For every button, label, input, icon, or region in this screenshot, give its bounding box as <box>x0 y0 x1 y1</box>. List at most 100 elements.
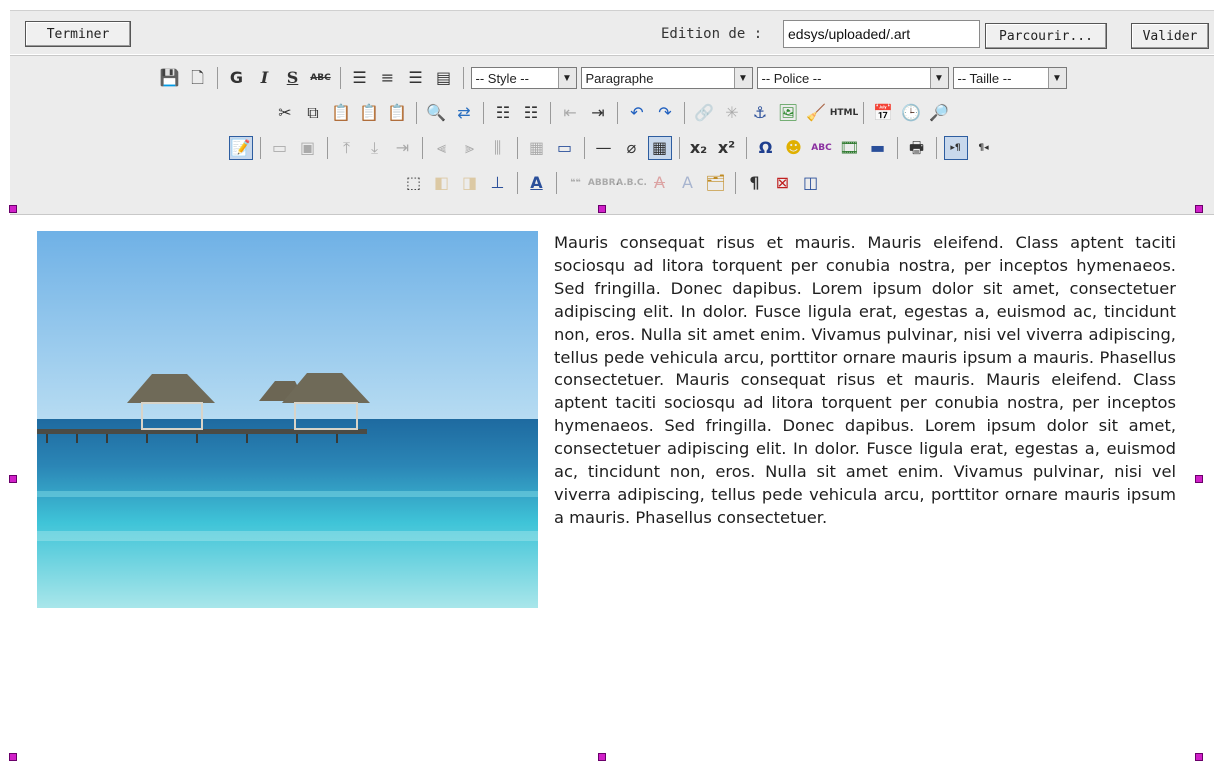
visual-chars-icon[interactable]: ¶ <box>743 171 767 195</box>
resize-handle-bottom-left[interactable] <box>9 753 17 761</box>
strikethrough-icon[interactable]: ABC <box>309 66 333 90</box>
spellcheck-icon[interactable]: ABC <box>810 136 834 160</box>
redo-icon[interactable]: ↷ <box>653 101 677 125</box>
table-row-props-icon[interactable]: ▭ <box>268 136 292 160</box>
toolbar-separator <box>863 102 864 124</box>
indent-icon[interactable]: ⇥ <box>586 101 610 125</box>
link-icon[interactable]: 🔗 <box>692 101 716 125</box>
chevron-down-icon: ▼ <box>733 68 752 88</box>
delete-text-icon[interactable]: A <box>648 171 672 195</box>
template-icon[interactable]: ◫ <box>799 171 823 195</box>
paste-icon[interactable]: 📋 <box>329 101 353 125</box>
print-icon[interactable]: 🖶 <box>905 136 929 160</box>
align-center-icon[interactable]: ≡ <box>376 66 400 90</box>
insert-col-after-icon[interactable]: ⫸ <box>458 136 482 160</box>
bold-icon[interactable]: G <box>225 66 249 90</box>
validate-button[interactable]: Valider <box>1131 23 1209 49</box>
beach-photo[interactable] <box>37 231 538 608</box>
special-char-icon[interactable]: Ω <box>754 136 778 160</box>
new-document-icon[interactable]: 🗋 <box>186 66 210 90</box>
edit-mode-icon[interactable]: 📝 <box>228 136 253 160</box>
horizontal-rule-icon[interactable]: — <box>592 136 616 160</box>
paste-text-icon[interactable]: 📋 <box>357 101 381 125</box>
chevron-down-icon: ▼ <box>929 68 948 88</box>
delete-col-icon[interactable]: ⫼ <box>486 136 510 160</box>
font-select[interactable]: -- Police -- ▼ <box>756 67 949 89</box>
remove-format-icon[interactable]: ⌀ <box>620 136 644 160</box>
cite-icon[interactable]: ❝❝ <box>564 171 588 195</box>
insert-col-before-icon[interactable]: ⫷ <box>430 136 454 160</box>
font-select-value: -- Police -- <box>761 70 822 86</box>
superscript-icon[interactable]: x² <box>715 136 739 160</box>
resize-handle-bottom-center[interactable] <box>598 753 606 761</box>
insert-time-icon[interactable]: 🕒 <box>899 101 923 125</box>
visual-aid-icon[interactable]: ▦ <box>647 136 672 160</box>
bullet-list-icon[interactable]: ☷ <box>491 101 515 125</box>
numbered-list-icon[interactable]: ☷ <box>519 101 543 125</box>
media-icon[interactable]: 🎞 <box>838 136 862 160</box>
merge-cells-icon[interactable]: ▭ <box>553 136 577 160</box>
resize-handle-top-right[interactable] <box>1195 205 1203 213</box>
edit-path-input[interactable] <box>783 20 980 48</box>
paste-word-icon[interactable]: 📋 <box>385 101 409 125</box>
resize-handle-top-center[interactable] <box>598 205 606 213</box>
styleprops-icon[interactable]: A <box>525 171 549 195</box>
toolbar-separator <box>216 67 218 89</box>
style-select-value: -- Style -- <box>475 70 529 86</box>
toolbar-separator <box>745 137 747 159</box>
outdent-icon[interactable]: ⇤ <box>558 101 582 125</box>
browse-button[interactable]: Parcourir... <box>985 23 1107 49</box>
align-left-icon[interactable]: ☰ <box>348 66 372 90</box>
split-cells-icon[interactable]: ▦ <box>525 136 549 160</box>
toolbar-separator <box>896 137 898 159</box>
move-backward-icon[interactable]: ◨ <box>458 171 482 195</box>
underline-icon[interactable]: S <box>281 66 305 90</box>
toolbar-row-3: 📝 ▭ ▣ ⤒ ⤓ ⇥ ⫷ ⫸ ⫼ ▦ ▭ — ⌀ ▦ x₂ x² Ω ☻ AB… <box>10 133 1214 163</box>
cut-icon[interactable]: ✂ <box>273 101 297 125</box>
emoticon-icon[interactable]: ☻ <box>782 136 806 160</box>
resize-handle-middle-left[interactable] <box>9 475 17 483</box>
insert-date-icon[interactable]: 📅 <box>871 101 895 125</box>
image-icon[interactable]: 🖼 <box>776 101 800 125</box>
edit-path-label: Edition de : <box>661 26 763 42</box>
preview-icon[interactable]: 🔎 <box>927 101 951 125</box>
paragraph-select[interactable]: Paragraphe ▼ <box>580 67 753 89</box>
body-paragraph: Mauris consequat risus et mauris. Mauris… <box>554 233 1176 527</box>
insert-text-icon[interactable]: A <box>676 171 700 195</box>
table-cell-props-icon[interactable]: ▣ <box>296 136 320 160</box>
undo-icon[interactable]: ↶ <box>625 101 649 125</box>
absolute-position-icon[interactable]: ⊥ <box>486 171 510 195</box>
acronym-icon[interactable]: A.B.C. <box>616 171 647 195</box>
resize-handle-bottom-right[interactable] <box>1195 753 1203 761</box>
move-forward-icon[interactable]: ◧ <box>430 171 454 195</box>
rtl-icon[interactable]: ¶◂ <box>972 136 996 160</box>
delete-row-icon[interactable]: ⇥ <box>391 136 415 160</box>
unlink-icon[interactable]: ✳ <box>720 101 744 125</box>
insert-layer-icon[interactable]: ⬚ <box>402 171 426 195</box>
style-select[interactable]: -- Style -- ▼ <box>470 67 577 89</box>
abbr-icon[interactable]: ABBR. <box>588 171 619 195</box>
save-icon[interactable]: 💾 <box>158 66 182 90</box>
align-right-icon[interactable]: ☰ <box>404 66 428 90</box>
attributes-icon[interactable]: 🗂 <box>704 171 728 195</box>
ltr-icon[interactable]: ▸¶ <box>943 136 968 160</box>
italic-icon[interactable]: I <box>253 66 277 90</box>
html-source-icon[interactable]: HTML <box>830 101 858 125</box>
nonbreaking-icon[interactable]: ⊠ <box>771 171 795 195</box>
cleanup-icon[interactable]: 🧹 <box>804 101 828 125</box>
insert-row-after-icon[interactable]: ⤓ <box>363 136 387 160</box>
insert-row-before-icon[interactable]: ⤒ <box>335 136 359 160</box>
anchor-icon[interactable]: ⚓ <box>748 101 772 125</box>
toolbar-row-1: 💾 🗋 G I S ABC ☰ ≡ ☰ ▤ -- Style -- ▼ Para… <box>10 63 1214 93</box>
resize-handle-top-left[interactable] <box>9 205 17 213</box>
align-justify-icon[interactable]: ▤ <box>432 66 456 90</box>
copy-icon[interactable]: ⧉ <box>301 101 325 125</box>
size-select[interactable]: -- Taille -- ▼ <box>952 67 1067 89</box>
finish-button[interactable]: Terminer <box>25 21 131 47</box>
advanced-hr-icon[interactable]: ▬ <box>866 136 890 160</box>
subscript-icon[interactable]: x₂ <box>687 136 711 160</box>
find-icon[interactable]: 🔍 <box>424 101 448 125</box>
toolbar-separator <box>462 67 464 89</box>
resize-handle-middle-right[interactable] <box>1195 475 1203 483</box>
replace-icon[interactable]: ⇄ <box>452 101 476 125</box>
